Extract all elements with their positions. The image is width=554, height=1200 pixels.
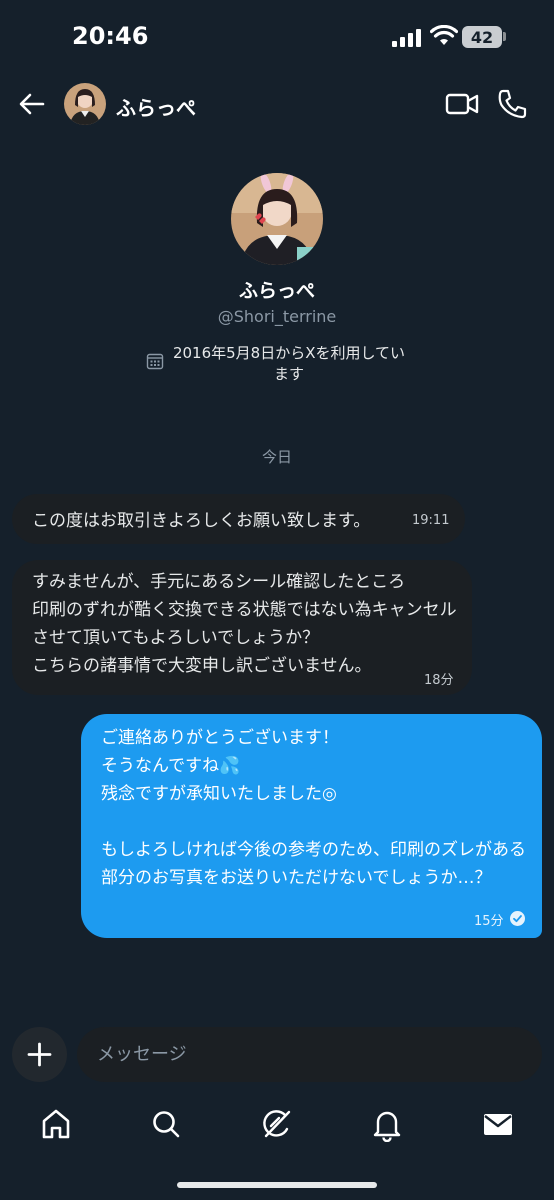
grok-icon[interactable] — [259, 1106, 295, 1142]
header-name[interactable]: ふらっぺ — [116, 92, 196, 121]
mail-icon[interactable] — [480, 1106, 516, 1142]
message-text: すみませんが、手元にあるシール確認したところ 印刷のずれが酷く交換できる状態では… — [32, 572, 457, 676]
battery-tip — [503, 32, 506, 41]
profile-avatar[interactable] — [231, 173, 323, 265]
battery-level: 42 — [470, 27, 494, 47]
plus-icon — [27, 1042, 52, 1067]
joined-date: 2016年5月8日からXを利用しています — [172, 344, 406, 383]
header-avatar[interactable] — [64, 83, 106, 125]
date-separator: 今日 — [261, 448, 292, 466]
message-text: ご連絡ありがとうございます！ そうなんですね💦 残念ですが承知いたしました◎ も… — [101, 728, 526, 888]
read-check-icon — [510, 911, 525, 926]
add-attachment-button[interactable] — [12, 1027, 67, 1082]
status-time: 20:46 — [72, 22, 149, 50]
video-camera-icon[interactable] — [444, 88, 480, 120]
wifi-icon — [430, 25, 458, 45]
home-icon[interactable] — [38, 1106, 74, 1142]
message-time: 15分 — [474, 914, 504, 929]
home-indicator — [177, 1182, 377, 1188]
bell-icon[interactable] — [369, 1106, 405, 1142]
message-text: この度はお取引きよろしくお願い致します。 — [32, 511, 371, 531]
message-input[interactable] — [77, 1027, 542, 1082]
profile-handle: @Shori_terrine — [217, 307, 337, 326]
battery-icon: 42 — [462, 26, 502, 48]
signal-icon — [392, 29, 422, 47]
phone-icon[interactable] — [496, 87, 528, 121]
arrow-left-icon[interactable] — [16, 88, 48, 120]
calendar-icon — [146, 353, 164, 370]
message-time: 18分 — [424, 673, 454, 688]
profile-name: ふらっぺ — [238, 280, 315, 302]
message-time: 19:11 — [412, 513, 450, 528]
search-icon[interactable] — [148, 1106, 184, 1142]
